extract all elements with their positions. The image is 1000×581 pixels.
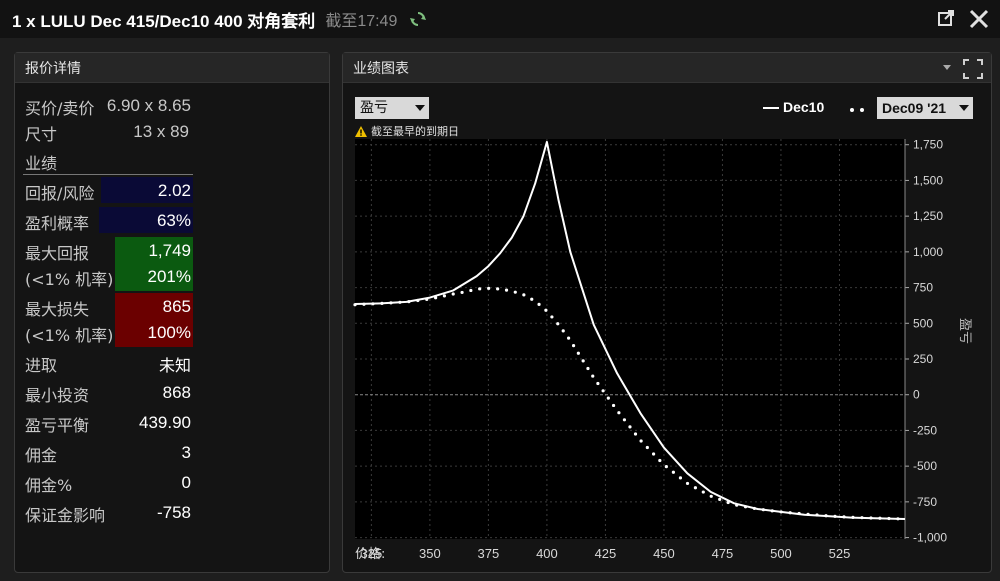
x-tick-label: 425 xyxy=(595,546,617,561)
x-axis-label: 价格: xyxy=(355,546,385,562)
legend-solid-line xyxy=(763,107,779,110)
y-tick-label: 1,500 xyxy=(913,173,943,187)
warning-note: 截至最早的到期日 xyxy=(355,123,459,139)
x-tick-label: 350 xyxy=(419,546,441,561)
return-risk-value: 2.02 xyxy=(157,181,191,200)
x-tick-label: 475 xyxy=(712,546,734,561)
max-return-label: 最大回报 xyxy=(25,244,90,263)
y-axis-label: 盈亏 xyxy=(957,318,972,344)
pl-mode-select[interactable]: 盈亏 xyxy=(355,97,429,119)
max-loss-label: 最大损失 xyxy=(25,300,90,319)
max-loss-pct: 100% xyxy=(147,323,191,342)
commission-pct-value: 0 xyxy=(181,473,191,492)
x-tick-label: 450 xyxy=(653,546,675,561)
prob-profit-value: 63% xyxy=(156,211,191,230)
max-loss-chance-label: (<1% 机率) xyxy=(25,326,114,345)
y-tick-label: 250 xyxy=(913,352,933,366)
quote-details-panel: 报价详情 买价/卖价 6.90 x 8.65 尺寸 13 x 89 业绩 回报/… xyxy=(14,52,330,573)
min-invest-label: 最小投资 xyxy=(25,386,90,405)
commission-value: 3 xyxy=(181,443,191,462)
pl-mode-select-value: 盈亏 xyxy=(360,100,388,116)
legend-dotted-marker xyxy=(848,101,868,120)
expiry-date-select[interactable]: Dec09 '21 xyxy=(877,97,973,119)
max-return-pct: 201% xyxy=(147,267,191,286)
chevron-down-icon xyxy=(959,105,969,111)
commission-pct-label: 佣金% xyxy=(25,476,73,495)
size-value: 13 x 89 xyxy=(133,122,189,141)
x-tick-label: 525 xyxy=(829,546,851,561)
prob-profit-label: 盈利概率 xyxy=(25,214,90,233)
y-tick-label: 1,750 xyxy=(913,138,943,152)
x-tick-label: 400 xyxy=(536,546,558,561)
breakeven-value: 439.90 xyxy=(139,413,191,432)
y-tick-label: 0 xyxy=(913,388,920,402)
progress-value: 未知 xyxy=(158,356,191,375)
warning-text: 截至最早的到期日 xyxy=(371,125,459,138)
y-tick-label: 500 xyxy=(913,316,933,330)
max-loss-value: 865 xyxy=(162,297,191,316)
return-risk-label: 回报/风险 xyxy=(25,184,95,203)
y-tick-label: -250 xyxy=(913,423,937,437)
title-bar: 1 x LULU Dec 415/Dec10 400 对角套利 截至17:49 xyxy=(0,0,1000,38)
max-return-chance-label: (<1% 机率) xyxy=(25,270,114,289)
y-tick-label: 750 xyxy=(913,281,933,295)
close-icon[interactable] xyxy=(968,8,990,30)
margin-impact-label: 保证金影响 xyxy=(25,506,106,525)
bid-ask-value: 6.90 x 8.65 xyxy=(106,96,191,115)
breakeven-label: 盈亏平衡 xyxy=(25,416,90,435)
y-tick-label: -500 xyxy=(913,459,937,473)
size-label: 尺寸 xyxy=(25,125,58,144)
expiry-date-select-value: Dec09 '21 xyxy=(882,100,947,116)
window-title: 1 x LULU Dec 415/Dec10 400 对角套利 xyxy=(12,11,316,31)
legend-series1: Dec10 xyxy=(763,99,824,115)
min-invest-value: 868 xyxy=(162,383,191,402)
as-of-time: 截至17:49 xyxy=(325,13,398,30)
bid-ask-label: 买价/卖价 xyxy=(25,99,95,118)
popout-icon[interactable] xyxy=(936,8,956,28)
commission-label: 佣金 xyxy=(25,446,58,465)
y-tick-label: -750 xyxy=(913,495,937,509)
x-tick-label: 375 xyxy=(478,546,500,561)
warning-icon xyxy=(355,125,367,137)
y-tick-label: 1,000 xyxy=(913,245,943,259)
legend-series1-label: Dec10 xyxy=(783,99,825,115)
progress-label: 进取 xyxy=(25,356,58,375)
quote-details-header: 报价详情 xyxy=(15,53,329,83)
performance-label: 业绩 xyxy=(25,154,58,173)
y-tick-label: 1,250 xyxy=(913,209,943,223)
refresh-icon[interactable] xyxy=(409,10,427,28)
plot-area xyxy=(355,139,905,539)
max-return-value: 1,749 xyxy=(148,241,191,260)
x-tick-label: 500 xyxy=(770,546,792,561)
y-tick-label: -1,000 xyxy=(913,531,947,545)
performance-chart-panel: 业绩图表 325 350 375 400 425 450 475 500 525 1,750 1,5… xyxy=(342,52,992,573)
margin-impact-value: -758 xyxy=(156,503,191,522)
chevron-down-icon xyxy=(415,105,425,111)
performance-divider xyxy=(23,174,193,175)
